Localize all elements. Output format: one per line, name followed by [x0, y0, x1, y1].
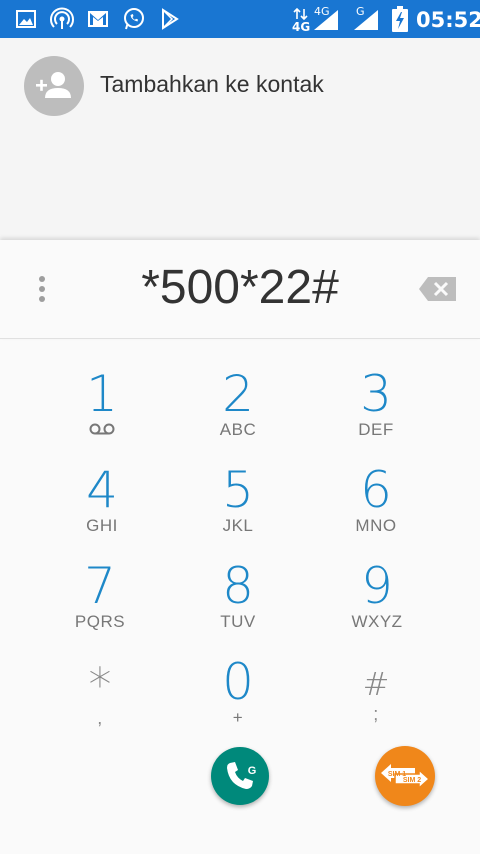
key-digit: 6: [360, 461, 392, 519]
key-letters: JKL: [222, 516, 254, 535]
key-digit: *: [88, 658, 112, 712]
key-letters: PQRS: [74, 612, 126, 631]
key-letters: DEF: [358, 420, 394, 439]
dial-key-star[interactable]: * ,: [30, 662, 170, 752]
phone-icon: G: [227, 762, 257, 789]
backspace-icon[interactable]: [418, 275, 458, 303]
battery-charging-icon: [392, 6, 408, 32]
key-letters: ;: [373, 704, 379, 724]
add-contact-avatar[interactable]: [24, 56, 84, 116]
key-digit: 3: [360, 365, 392, 423]
key-digit: 0: [222, 653, 254, 711]
key-letters: MNO: [355, 516, 397, 535]
gmail-icon: [88, 11, 108, 27]
add-person-icon: [36, 72, 71, 98]
dial-key-3[interactable]: 3 DEF: [306, 368, 446, 458]
key-digit: 7: [84, 557, 116, 615]
add-contact-label[interactable]: Tambahkan ke kontak: [100, 71, 324, 98]
clock: 05:52: [416, 8, 480, 32]
dial-key-8[interactable]: 8 TUV: [168, 560, 308, 650]
key-digit: 5: [222, 461, 254, 519]
dial-key-7[interactable]: 7 PQRS: [30, 560, 170, 650]
dial-key-0[interactable]: 0 +: [168, 656, 308, 746]
key-letters: TUV: [220, 612, 256, 631]
key-digit: 4: [86, 461, 118, 519]
key-letters: GHI: [86, 516, 118, 535]
key-digit: #: [362, 665, 390, 703]
key-letters: WXYZ: [351, 612, 403, 631]
dial-key-hash[interactable]: # ;: [306, 664, 446, 754]
whatsapp-icon: [124, 8, 144, 30]
digits-panel: *500*22#: [0, 240, 480, 339]
key-letters: ABC: [219, 420, 257, 439]
status-bar: 4G 4G G 05:52: [0, 0, 480, 38]
call-button[interactable]: G: [211, 747, 269, 805]
voicemail-icon: [89, 423, 115, 435]
dial-key-1[interactable]: 1: [32, 368, 172, 458]
key-digit: 8: [222, 557, 254, 615]
key-letters: ,: [97, 708, 103, 728]
dial-key-6[interactable]: 6 MNO: [306, 464, 446, 554]
sim-switch-icon: SIM 1 SIM 2: [381, 764, 431, 790]
play-store-icon: [162, 8, 179, 30]
dial-key-4[interactable]: 4 GHI: [32, 464, 172, 554]
key-digit: 9: [361, 557, 393, 615]
overflow-menu-icon[interactable]: [30, 274, 54, 304]
dialed-number[interactable]: *500*22#: [90, 260, 390, 315]
dial-key-9[interactable]: 9 WXYZ: [307, 560, 447, 650]
gallery-icon: [16, 10, 36, 28]
signal-icon: [314, 10, 338, 30]
network-type-label: 4G: [292, 20, 311, 34]
suggestion-area: Tambahkan ke kontak: [0, 38, 480, 240]
dial-key-5[interactable]: 5 JKL: [168, 464, 308, 554]
sim-switch-button[interactable]: SIM 1 SIM 2: [375, 746, 435, 806]
key-digit: 1: [86, 365, 118, 423]
hotspot-icon: [50, 7, 74, 29]
call-sim-badge: G: [248, 765, 257, 777]
key-digit: 2: [222, 365, 254, 423]
signal-icon: [354, 10, 378, 30]
sim-2-label: SIM 2: [403, 777, 421, 784]
key-letters: +: [232, 708, 244, 727]
dial-key-2[interactable]: 2 ABC: [168, 368, 308, 458]
